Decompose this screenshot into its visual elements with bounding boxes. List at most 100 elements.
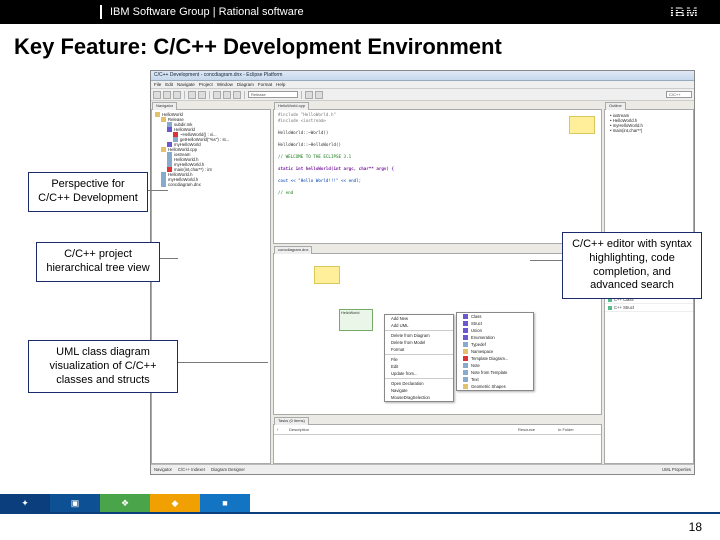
submenu-item[interactable]: Typedef — [457, 341, 533, 348]
status-cell: Diagram Designer — [211, 467, 245, 472]
folder-icon — [161, 117, 166, 122]
footer-band: ✦ ▣ ❖ ◆ ■ — [0, 494, 720, 512]
ctx-menu-item[interactable]: Delete from Diagram — [385, 332, 453, 339]
perspective-badge[interactable]: C/C++ — [666, 91, 692, 98]
menu-item[interactable]: Format — [258, 82, 272, 87]
code-editor[interactable]: HelloWorld.cpp #include "HelloWorld.h"#i… — [273, 109, 602, 244]
code-area[interactable]: #include "HelloWorld.h"#include <iostrea… — [274, 110, 601, 198]
footer-tiles: ✦ ▣ ❖ ◆ ■ — [0, 494, 250, 512]
file-icon — [463, 370, 468, 375]
outline-item[interactable]: • main(int,char**) — [607, 128, 691, 133]
editor-tab[interactable]: HelloWorld.cpp — [274, 102, 309, 110]
menu-item[interactable]: Diagram — [237, 82, 254, 87]
header-group-text: IBM Software Group | Rational software — [110, 6, 304, 18]
context-menu[interactable]: Add NewAdd UML Delete from DiagramDelete … — [384, 314, 454, 402]
ctx-menu-item[interactable]: Delete from Model — [385, 339, 453, 346]
tasks-view[interactable]: Tasks (0 items) ! Description Resource I… — [273, 424, 602, 464]
palette-item[interactable]: C++ Struct — [605, 304, 693, 312]
ctx-menu-item[interactable]: Add New — [385, 315, 453, 322]
explorer-tab[interactable]: Navigator — [152, 102, 177, 110]
red-icon — [463, 356, 468, 361]
status-cell: UML Properties — [662, 467, 691, 472]
ctx-menu-item[interactable]: Open Declaration — [385, 380, 453, 387]
toolbar-button[interactable] — [233, 91, 241, 99]
context-submenu[interactable]: ClassStructUnionEnumerationTypedefNamesp… — [456, 312, 534, 391]
ctx-menu-item[interactable]: File — [385, 356, 453, 363]
submenu-item[interactable]: Class — [457, 313, 533, 320]
ctx-menu-item[interactable]: MouseDragSelection — [385, 394, 453, 401]
uml-class-box[interactable]: HelloWorld — [339, 309, 373, 331]
menu-item[interactable]: Window — [217, 82, 233, 87]
ctx-menu-item[interactable]: Navigate — [385, 387, 453, 394]
file-icon — [463, 342, 468, 347]
submenu-item[interactable]: Geometric Shapes — [457, 383, 533, 390]
toolbar-button[interactable] — [223, 91, 231, 99]
ide-toolbar[interactable]: Release C/C++ — [151, 89, 694, 101]
diagram-tab[interactable]: concdiagram.dnx — [274, 246, 312, 254]
cls-icon — [463, 335, 468, 340]
submenu-item[interactable]: Enumeration — [457, 334, 533, 341]
file-icon — [463, 363, 468, 368]
sticky-note-icon[interactable] — [314, 266, 340, 284]
leader-perspective — [148, 190, 168, 191]
leader-uml — [178, 362, 268, 363]
submenu-item[interactable]: Note — [457, 362, 533, 369]
menu-item[interactable]: Project — [199, 82, 213, 87]
cls-icon — [463, 314, 468, 319]
col: In Folder — [558, 427, 598, 432]
code-line: // end — [278, 190, 597, 196]
ctx-menu-item[interactable]: Update from... — [385, 370, 453, 377]
col: ! — [277, 427, 289, 432]
menu-item[interactable]: Help — [276, 82, 285, 87]
toolbar-button[interactable] — [163, 91, 171, 99]
submenu-item[interactable]: Note from Template — [457, 369, 533, 376]
file-icon — [161, 182, 166, 187]
tasks-tab[interactable]: Tasks (0 items) — [274, 417, 309, 425]
toolbar-button[interactable] — [315, 91, 323, 99]
submenu-item[interactable]: Union — [457, 327, 533, 334]
tasks-header: ! Description Resource In Folder — [274, 425, 601, 435]
project-explorer[interactable]: Navigator HelloWorldReleasesubdir.mkHell… — [151, 109, 271, 464]
toolbar-sep — [301, 91, 302, 99]
submenu-item[interactable]: Namespace — [457, 348, 533, 355]
header-bar: IBM Software Group | Rational software I… — [0, 0, 720, 24]
menu-item[interactable]: Edit — [165, 82, 173, 87]
folder-icon — [161, 147, 166, 152]
outline-host: • iostream• HelloWorld.h• myHelloWorld.h… — [605, 110, 693, 136]
toolbar-button[interactable] — [173, 91, 181, 99]
toolbar-sep — [184, 91, 185, 99]
middle-column: HelloWorld.cpp #include "HelloWorld.h"#i… — [273, 101, 602, 464]
footer-tile: ■ — [200, 494, 250, 512]
outline-view[interactable]: Outline • iostream• HelloWorld.h• myHell… — [604, 109, 694, 244]
toolbar-button[interactable] — [153, 91, 161, 99]
tree-label: concdiagram.dnx — [168, 182, 201, 187]
toolbar-sep — [209, 91, 210, 99]
callout-tree: C/C++ project hierarchical tree view — [36, 242, 160, 282]
outline-tab[interactable]: Outline — [605, 102, 626, 110]
toolbar-button[interactable] — [188, 91, 196, 99]
callout-uml: UML class diagram visualization of C/C++… — [28, 340, 178, 393]
tree-node[interactable]: concdiagram.dnx — [152, 182, 270, 187]
sticky-note-icon[interactable] — [569, 116, 595, 134]
submenu-item[interactable]: Template Diagram... — [457, 355, 533, 362]
submenu-item[interactable]: Struct — [457, 320, 533, 327]
ctx-menu-item[interactable]: Add UML — [385, 322, 453, 329]
ctx-menu-item[interactable]: Edit — [385, 363, 453, 370]
toolbar-button[interactable] — [198, 91, 206, 99]
ctx-menu-item[interactable]: Format — [385, 346, 453, 353]
ide-menubar[interactable]: File Edit Navigate Project Window Diagra… — [151, 81, 694, 89]
toolbar-button[interactable] — [305, 91, 313, 99]
folder-icon — [463, 349, 468, 354]
cls-icon — [463, 321, 468, 326]
menu-item[interactable]: Navigate — [177, 82, 195, 87]
uml-diagram[interactable]: concdiagram.dnx HelloWorld Add NewAdd UM… — [273, 253, 602, 415]
submenu-item[interactable]: Text — [457, 376, 533, 383]
header-divider — [100, 5, 102, 19]
col: Description — [289, 427, 518, 432]
slide-title: Key Feature: C/C++ Development Environme… — [0, 24, 720, 64]
page-number: 18 — [689, 520, 702, 534]
menu-item[interactable]: File — [154, 82, 161, 87]
file-icon — [463, 377, 468, 382]
toolbar-config-combo[interactable]: Release — [248, 91, 298, 98]
toolbar-button[interactable] — [213, 91, 221, 99]
